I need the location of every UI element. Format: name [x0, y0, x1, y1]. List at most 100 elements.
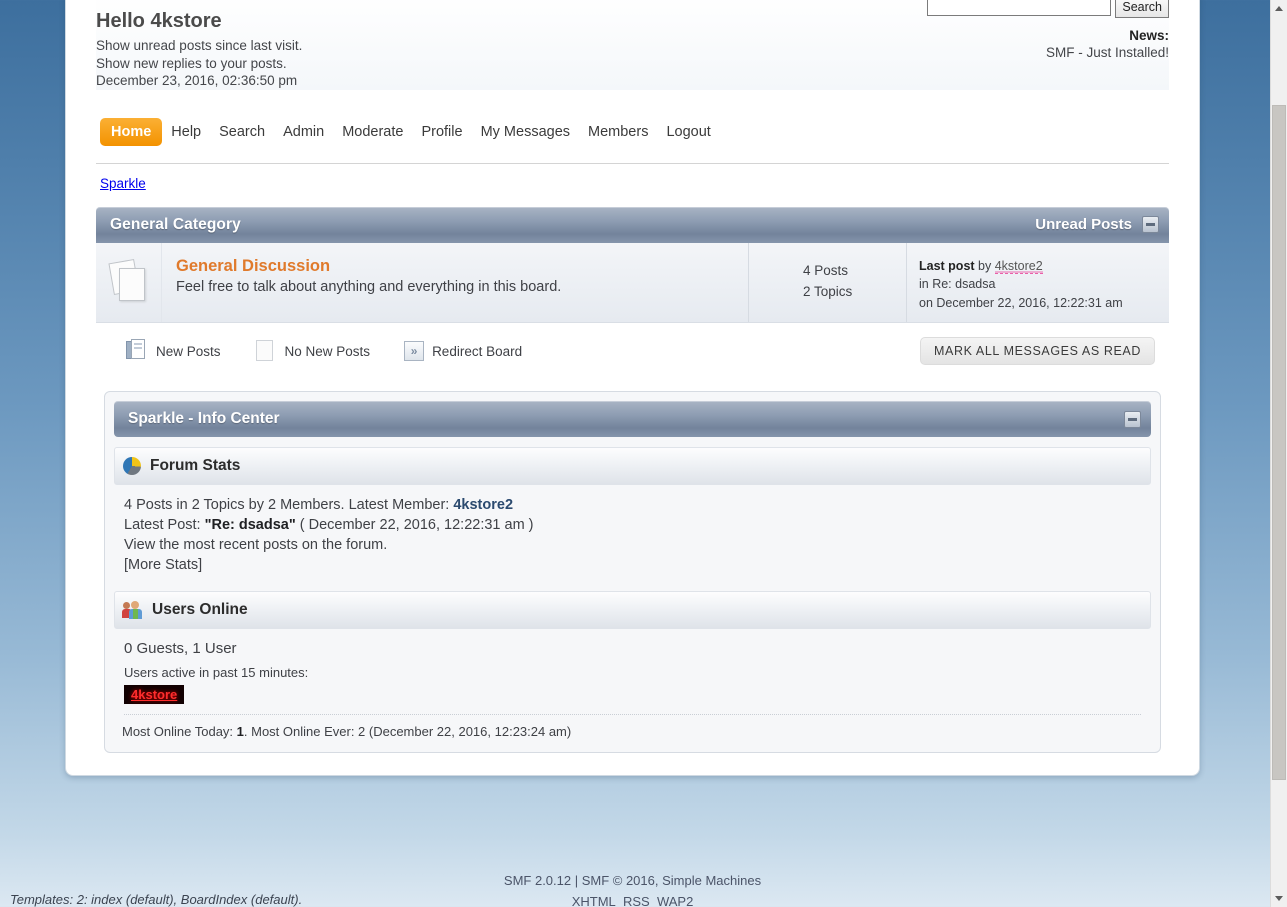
main-menu: Home Help Search Admin Moderate Profile …	[96, 117, 1169, 146]
online-users-list: 4kstore	[114, 685, 1151, 704]
search-button[interactable]: Search	[1115, 0, 1169, 18]
current-time: December 23, 2016, 02:36:50 pm	[96, 73, 298, 88]
legend-item-new-posts: New Posts	[126, 339, 221, 363]
more-stats-row: [More Stats]	[124, 555, 1147, 575]
templates-debug-line: Templates: 2: index (default), BoardInde…	[10, 892, 302, 907]
info-center: Sparkle - Info Center Forum Stats 4 Post…	[104, 391, 1161, 753]
latest-post-label: Latest Post:	[124, 517, 205, 533]
category-title: General Category	[110, 215, 241, 233]
legend-label-new-posts: New Posts	[156, 343, 221, 359]
legend-label-no-new-posts: No New Posts	[284, 343, 371, 359]
menu-item-my-messages[interactable]: My Messages	[472, 118, 579, 146]
legend-label-redirect-board: Redirect Board	[432, 343, 523, 359]
no-new-posts-icon	[255, 339, 277, 363]
menu-item-help[interactable]: Help	[162, 118, 210, 146]
guests-users-count: 0 Guests, 1 User	[124, 640, 237, 657]
footer-link-wap2[interactable]: WAP2	[657, 894, 693, 907]
forum-page-inner: Hello 4kstore Show unread posts since la…	[66, 0, 1199, 775]
last-post-by-word: by	[978, 258, 992, 273]
board-last-post-cell: Last post by 4kstore2 in Re: dsadsa on D…	[907, 243, 1169, 323]
forum-stats-header: Forum Stats	[114, 447, 1151, 485]
pie-chart-icon	[123, 457, 141, 475]
online-user-link[interactable]: 4kstore	[124, 685, 185, 704]
category-header-right: Unread Posts	[1035, 216, 1159, 233]
most-online-today-label: Most Online Today:	[122, 724, 237, 739]
last-post-author-link[interactable]: 4kstore2	[994, 258, 1043, 274]
latest-member-link[interactable]: 4kstore2	[453, 497, 513, 513]
users-online-body: 0 Guests, 1 User Users active in past 15…	[114, 629, 1151, 743]
category-general-category: General Category Unread Posts General Di…	[96, 206, 1169, 323]
forum-stats-summary: 4 Posts in 2 Topics by 2 Members. Latest…	[124, 495, 1147, 515]
menu-item-moderate[interactable]: Moderate	[333, 118, 412, 146]
category-header: General Category Unread Posts	[96, 206, 1169, 243]
mark-all-messages-as-read-button[interactable]: MARK ALL MESSAGES AS READ	[920, 337, 1155, 365]
search-area: Search	[927, 0, 1169, 18]
info-center-header: Sparkle - Info Center	[114, 401, 1151, 437]
menu-item-profile[interactable]: Profile	[412, 118, 471, 146]
scroll-up-arrow-icon[interactable]	[1271, 0, 1287, 17]
latest-post-date: ( December 22, 2016, 12:22:31 am )	[295, 517, 534, 533]
news-label: News:	[1129, 28, 1169, 43]
menu-item-home[interactable]: Home	[100, 117, 163, 146]
latest-post-row: Latest Post: "Re: dsadsa" ( December 22,…	[124, 515, 1147, 535]
legend-row: New Posts No New Posts » Redirect Board …	[96, 337, 1169, 365]
collapse-info-center-icon[interactable]	[1124, 410, 1141, 428]
view-recent-posts-row: View the most recent posts on the forum.	[124, 535, 1147, 555]
users-icon	[122, 601, 143, 619]
board-topics-count: 2 Topics	[803, 283, 853, 299]
footer-link-xhtml[interactable]: XHTML	[572, 894, 616, 907]
menu-item-admin[interactable]: Admin	[274, 118, 333, 146]
menu-item-logout[interactable]: Logout	[657, 118, 719, 146]
board-legend: New Posts No New Posts » Redirect Board	[126, 339, 522, 363]
forum-stats-heading: Forum Stats	[150, 457, 241, 474]
legend-item-redirect-board: » Redirect Board	[404, 341, 522, 361]
info-center-title: Sparkle - Info Center	[128, 410, 280, 427]
footer-copyright-link[interactable]: SMF 2.0.12 | SMF © 2016, Simple Machines	[504, 873, 761, 888]
new-posts-icon	[126, 339, 148, 363]
no-new-posts-board-icon	[107, 259, 147, 303]
board-stats-cell: 4 Posts 2 Topics	[749, 242, 907, 322]
users-online-header: Users Online	[114, 591, 1151, 629]
scrollbar-thumb[interactable]	[1272, 105, 1286, 780]
view-recent-posts-link[interactable]: View the most recent posts on the forum.	[124, 537, 387, 553]
breadcrumb-link-sparkle[interactable]: Sparkle	[100, 176, 146, 191]
board-link-general-discussion[interactable]: General Discussion	[176, 257, 330, 276]
news-text: SMF - Just Installed!	[1045, 45, 1169, 60]
board-info-cell: General Discussion Feel free to talk abo…	[162, 242, 749, 322]
board-icon-cell	[96, 242, 162, 322]
search-input[interactable]	[927, 0, 1112, 16]
most-online-today-value: 1	[236, 724, 244, 739]
new-replies-row: Show new replies to your posts.	[96, 55, 1169, 73]
news-block: News: SMF - Just Installed!	[1046, 27, 1169, 61]
latest-post-link[interactable]: "Re: dsadsa"	[205, 517, 296, 533]
last-post-date: on December 22, 2016, 12:22:31 am	[919, 295, 1123, 310]
vertical-scrollbar[interactable]	[1270, 0, 1287, 907]
redirect-board-icon: »	[404, 341, 425, 361]
last-post-subject-link[interactable]: in Re: dsadsa	[919, 277, 995, 291]
templates-debug-text: Templates: 2: index (default), BoardInde…	[10, 892, 303, 907]
last-post-label: Last post	[919, 258, 975, 273]
more-stats-link[interactable]: [More Stats]	[124, 557, 202, 573]
page-header: Hello 4kstore Show unread posts since la…	[96, 0, 1169, 90]
collapse-category-icon[interactable]	[1142, 216, 1159, 233]
show-unread-posts-link[interactable]: Show unread posts since last visit.	[96, 38, 302, 53]
footer-copyright: SMF 2.0.12 | SMF © 2016, Simple Machines	[65, 870, 1200, 891]
show-new-replies-link[interactable]: Show new replies to your posts.	[96, 56, 287, 71]
forum-page-wrapper: Hello 4kstore Show unread posts since la…	[65, 0, 1200, 776]
footer-link-rss[interactable]: RSS	[623, 894, 650, 907]
board-description: Feel free to talk about anything and eve…	[176, 278, 562, 295]
menu-item-members[interactable]: Members	[579, 118, 657, 146]
users-online-heading: Users Online	[152, 601, 248, 618]
active-users-label: Users active in past 15 minutes:	[124, 665, 309, 680]
menu-item-search[interactable]: Search	[210, 118, 274, 146]
legend-item-no-new-posts: No New Posts	[255, 339, 371, 363]
forum-stats-body: 4 Posts in 2 Topics by 2 Members. Latest…	[114, 485, 1151, 581]
most-online-row: Most Online Today: 1. Most Online Ever: …	[114, 715, 1151, 743]
most-online-ever: . Most Online Ever: 2 (December 22, 2016…	[243, 724, 572, 739]
breadcrumb: Sparkle	[96, 164, 1169, 201]
unread-posts-link[interactable]: Unread Posts	[1035, 216, 1132, 233]
unread-posts-row: Show unread posts since last visit.	[96, 37, 1169, 55]
board-posts-count: 4 Posts	[803, 262, 849, 278]
scroll-down-arrow-icon[interactable]	[1271, 890, 1287, 907]
forum-stats-summary-text: 4 Posts in 2 Topics by 2 Members. Latest…	[124, 497, 454, 513]
